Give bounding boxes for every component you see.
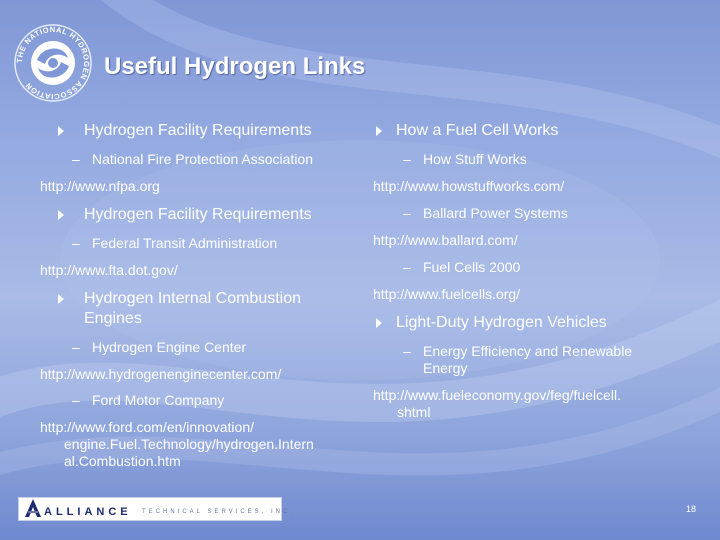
left-item3-url1[interactable]: http://www.hydrogenenginecenter.com/: [40, 366, 350, 383]
dash-bullet-icon: –: [403, 205, 411, 221]
company-subtitle: TECHNICAL SERVICES, INC.: [142, 509, 296, 515]
bullet-arrow-icon: [58, 294, 64, 304]
right-item1-url1[interactable]: http://www.howstuffworks.com/: [373, 178, 703, 195]
left-item1-org: – National Fire Protection Association: [72, 151, 313, 167]
logo-emblem-icon: THE NATIONAL HYDROGEN ASSOCIATION: [14, 24, 92, 102]
left-item3-org1: – Hydrogen Engine Center: [72, 339, 247, 355]
left-item2-url[interactable]: http://www.fta.dot.gov/: [40, 262, 350, 279]
page-number: 18: [686, 504, 697, 514]
right-item1-org1: – How Stuff Works: [403, 151, 527, 167]
right-item1-url2[interactable]: http://www.ballard.com/: [373, 232, 703, 249]
bullet-arrow-icon: [376, 126, 382, 136]
left-item3-url2[interactable]: http://www.ford.com/en/innovation/ engin…: [40, 419, 360, 470]
dash-bullet-icon: –: [403, 259, 411, 275]
left-item1-heading: Hydrogen Facility Requirements: [58, 121, 358, 141]
hydrogen-association-logo: THE NATIONAL HYDROGEN ASSOCIATION: [12, 22, 94, 104]
right-item2-url[interactable]: http://www.fueleconomy.gov/feg/fuelcell.…: [373, 387, 703, 421]
left-item2-org: – Federal Transit Administration: [72, 235, 278, 251]
dash-bullet-icon: –: [72, 151, 80, 167]
dash-bullet-icon: –: [72, 235, 80, 251]
bullet-arrow-icon: [58, 126, 64, 136]
left-item3-org2: – Ford Motor Company: [72, 392, 225, 408]
dash-bullet-icon: –: [403, 343, 411, 359]
bullet-arrow-icon: [58, 210, 64, 220]
bullet-arrow-icon: [376, 318, 382, 328]
right-item2-org: – Energy Efficiency and Renewable Energy: [403, 343, 633, 376]
alliance-logo-icon: [25, 499, 41, 517]
dash-bullet-icon: –: [72, 339, 80, 355]
right-item1-url3[interactable]: http://www.fuelcells.org/: [373, 286, 703, 303]
dash-bullet-icon: –: [403, 151, 411, 167]
right-item2-heading: Light-Duty Hydrogen Vehicles: [376, 313, 696, 333]
left-item2-heading: Hydrogen Facility Requirements: [58, 205, 358, 225]
left-item3-heading: Hydrogen Internal Combustion Engines: [58, 289, 358, 329]
left-item1-url[interactable]: http://www.nfpa.org: [40, 178, 350, 195]
company-name: ALLIANCE: [44, 506, 132, 518]
slide-title: Useful Hydrogen Links: [104, 53, 366, 80]
right-item1-org3: – Fuel Cells 2000: [403, 259, 521, 275]
right-item1-org2: – Ballard Power Systems: [403, 205, 568, 221]
dash-bullet-icon: –: [72, 392, 80, 408]
right-item1-heading: How a Fuel Cell Works: [376, 121, 696, 141]
